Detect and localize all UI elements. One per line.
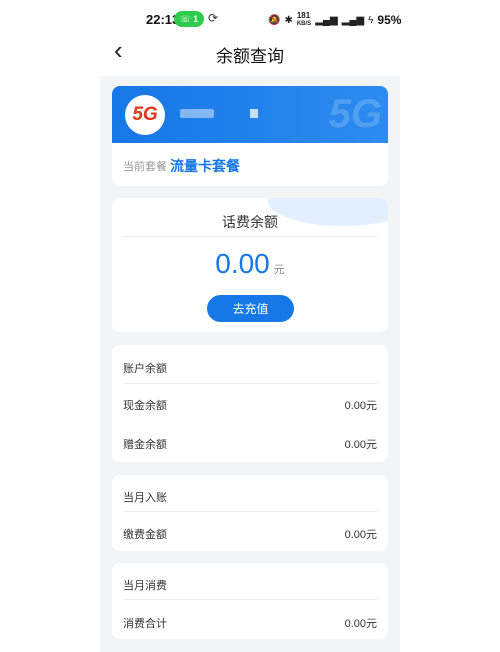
account-balance-card: 账户余额 现金余额 0.00元 赠金余额 0.00元	[112, 345, 388, 462]
cash-balance-value: 0.00元	[344, 400, 377, 412]
cash-balance-label: 现金余额	[123, 400, 167, 412]
account-header: 5G 5G	[112, 86, 388, 143]
page-title: 余额查询	[216, 47, 284, 66]
total-spend-label: 消费合计	[123, 618, 167, 630]
call-pill-count: 1	[193, 14, 199, 24]
divider	[123, 511, 377, 512]
5g-watermark-icon: 5G	[328, 92, 382, 136]
package-label: 当前套餐	[123, 161, 167, 173]
package-name: 流量卡套餐	[170, 158, 240, 174]
bonus-balance-value: 0.00元	[344, 439, 377, 451]
network-speed-value: 181	[296, 11, 311, 20]
charging-icon: ϟ	[368, 14, 374, 26]
battery-level: 95%	[377, 13, 402, 27]
divider	[123, 599, 377, 600]
mute-icon: 🔕	[268, 14, 281, 26]
balance-query-page: 22:13 ☏ 1 ⟳ 🔕 ✱ 181 KB/S ▂▄▆ ▂▄▆ ϟ 95% ‹ …	[0, 0, 500, 652]
balance-value: 0.00	[215, 248, 270, 279]
payment-amount-value: 0.00元	[344, 529, 377, 541]
balance-card: 话费余额 0.00 元 去充值	[112, 198, 388, 332]
monthly-income-title: 当月入账	[123, 492, 167, 504]
payment-amount-label: 缴费金额	[123, 529, 167, 541]
balance-amount: 0.00 元	[112, 248, 388, 280]
monthly-spend-title: 当月消费	[123, 580, 167, 592]
masked-phone-number-tail	[250, 109, 258, 118]
divider	[123, 383, 377, 384]
network-speed: 181 KB/S	[297, 12, 311, 28]
status-icons: 🔕 ✱ 181 KB/S ▂▄▆ ▂▄▆ ϟ 95%	[268, 12, 401, 28]
sync-icon: ⟳	[208, 11, 219, 25]
divider	[123, 236, 377, 237]
call-pill[interactable]: ☏ 1	[174, 11, 204, 27]
status-bar: 22:13 ☏ 1 ⟳ 🔕 ✱ 181 KB/S ▂▄▆ ▂▄▆ ϟ 95%	[0, 0, 500, 38]
signal-icon-2: ▂▄▆	[341, 14, 365, 26]
avatar: 5G	[125, 95, 165, 135]
monthly-spend-card: 当月消费 消费合计 0.00元	[112, 563, 388, 639]
balance-title: 话费余额	[222, 214, 278, 230]
bonus-balance-label: 赠金余额	[123, 439, 167, 451]
bluetooth-icon: ✱	[284, 14, 293, 26]
monthly-income-card: 当月入账 缴费金额 0.00元	[112, 475, 388, 551]
masked-phone-number	[180, 109, 214, 118]
total-spend-value: 0.00元	[344, 618, 377, 630]
account-balance-title: 账户余额	[123, 363, 167, 375]
phone-icon: ☏	[179, 13, 192, 24]
5g-logo-icon: 5G	[132, 104, 158, 125]
network-speed-unit: KB/S	[296, 21, 312, 27]
account-card: 5G 5G 当前套餐 流量卡套餐	[112, 86, 388, 186]
recharge-button[interactable]: 去充值	[207, 295, 294, 322]
balance-unit: 元	[273, 264, 285, 276]
signal-icon: ▂▄▆	[315, 14, 338, 26]
